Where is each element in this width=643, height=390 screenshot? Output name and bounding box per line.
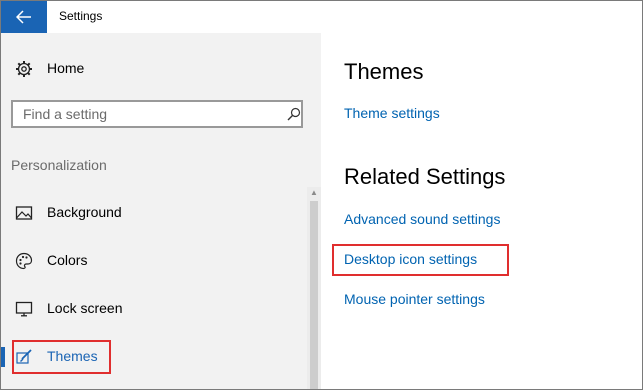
sidebar-item-themes[interactable]: Themes	[1, 337, 307, 377]
active-indicator	[1, 347, 5, 367]
mouse-pointer-settings-link[interactable]: Mouse pointer settings	[344, 291, 485, 307]
brush-icon	[16, 349, 32, 364]
sidebar-item-home[interactable]: Home	[1, 49, 307, 89]
sidebar-item-colors[interactable]: Colors	[1, 241, 307, 281]
search-input[interactable]	[23, 105, 273, 123]
image-icon	[15, 206, 33, 220]
main-content: Themes Theme settings Related Settings A…	[321, 33, 642, 389]
search-field[interactable]	[11, 100, 303, 128]
sidebar-item-label: Colors	[47, 252, 88, 268]
back-button[interactable]	[1, 1, 47, 33]
sidebar: Home Personalization Background	[1, 33, 321, 389]
sidebar-item-label: Themes	[47, 348, 98, 364]
window-title: Settings	[59, 9, 103, 23]
scroll-up-icon[interactable]: ▲	[310, 189, 318, 197]
advanced-sound-settings-link[interactable]: Advanced sound settings	[344, 211, 500, 227]
title-bar: Settings	[1, 1, 642, 33]
settings-window: Settings Home Personalizati	[0, 0, 643, 390]
theme-settings-link[interactable]: Theme settings	[344, 105, 440, 121]
monitor-icon	[15, 301, 33, 317]
desktop-icon-settings-link[interactable]: Desktop icon settings	[344, 251, 477, 267]
sidebar-item-label: Lock screen	[47, 300, 123, 316]
palette-icon	[15, 252, 33, 270]
back-arrow-icon	[16, 10, 31, 24]
scrollbar-thumb[interactable]	[310, 201, 318, 389]
related-settings-heading: Related Settings	[344, 164, 506, 189]
search-icon[interactable]	[287, 107, 301, 121]
sidebar-item-label: Home	[47, 60, 85, 76]
sidebar-item-label: Background	[47, 204, 122, 220]
section-label-personalization: Personalization	[11, 157, 107, 173]
gear-icon	[16, 61, 32, 77]
sidebar-scrollbar[interactable]: ▲	[307, 187, 321, 389]
page-title: Themes	[344, 59, 424, 84]
sidebar-item-background[interactable]: Background	[1, 193, 307, 233]
sidebar-item-lock-screen[interactable]: Lock screen	[1, 289, 307, 329]
